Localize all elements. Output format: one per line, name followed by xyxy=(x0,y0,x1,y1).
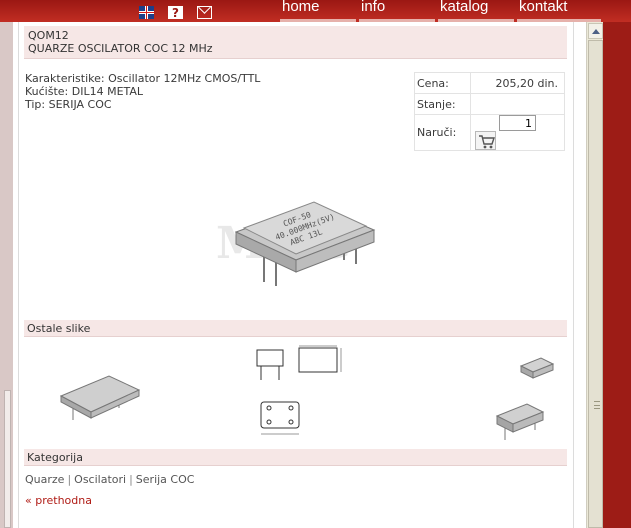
cena-value: 205,20 din. xyxy=(470,72,565,94)
nav-kontakt[interactable]: kontakt xyxy=(517,0,601,22)
nav-katalog[interactable]: katalog xyxy=(438,0,514,22)
separator: | xyxy=(67,473,72,486)
price-row: Cena: 205,20 din. xyxy=(414,72,565,94)
left-gutter xyxy=(0,22,13,528)
spec-kuciste: Kućište: DIL14 METAL xyxy=(25,85,144,98)
quantity-input[interactable] xyxy=(499,115,536,131)
nav-info[interactable]: info xyxy=(359,0,435,22)
spec-tip: Tip: SERIJA COC xyxy=(25,98,112,111)
stock-row: Stanje: xyxy=(414,93,565,115)
separator: | xyxy=(129,473,133,486)
category-serija-coc[interactable]: Serija COC xyxy=(136,473,195,486)
mail-icon[interactable] xyxy=(197,6,212,19)
product-title-band: QOM12 QUARZE OSCILATOR COC 12 MHz xyxy=(24,26,567,59)
kategorija-header: Kategorija xyxy=(24,449,567,466)
stanje-label: Stanje: xyxy=(414,93,471,115)
vertical-scrollbar[interactable] xyxy=(586,22,603,528)
top-bar: ? home info katalog kontakt xyxy=(0,0,631,22)
right-border xyxy=(603,22,631,528)
product-code: QOM12 xyxy=(28,29,69,42)
naruci-label: Naruči: xyxy=(414,114,471,151)
product-specs: Karakteristike: Oscillator 12MHz CMOS/TT… xyxy=(25,72,260,111)
order-cell xyxy=(470,114,565,151)
cena-label: Cena: xyxy=(414,72,471,94)
thumb-drawing[interactable] xyxy=(249,344,349,440)
ostale-slike-header: Ostale slike xyxy=(24,320,567,337)
scroll-up-arrow-icon[interactable] xyxy=(588,23,603,39)
page: ? home info katalog kontakt QOM12 QUARZE… xyxy=(0,0,631,528)
price-table: Cena: 205,20 din. Stanje: Naruči: xyxy=(414,72,565,151)
category-oscilatori[interactable]: Oscilatori xyxy=(74,473,126,486)
thumb-oscillator-1[interactable] xyxy=(57,360,141,424)
product-panel: QOM12 QUARZE OSCILATOR COC 12 MHz Karakt… xyxy=(18,22,574,528)
help-icon[interactable]: ? xyxy=(168,6,183,20)
spec-karakteristike: Karakteristike: Oscillator 12MHz CMOS/TT… xyxy=(25,72,261,85)
add-to-cart-button[interactable] xyxy=(475,131,496,150)
stanje-value xyxy=(470,93,565,115)
category-quarze[interactable]: Quarze xyxy=(25,473,64,486)
nav-home[interactable]: home xyxy=(280,0,356,22)
left-scroll-thumb[interactable] xyxy=(4,390,11,528)
category-breadcrumb: Quarze | Oscilatori | Serija COC xyxy=(25,473,194,486)
scroll-thumb[interactable] xyxy=(588,40,603,528)
product-name: QUARZE OSCILATOR COC 12 MHz xyxy=(28,42,213,55)
uk-flag-icon[interactable] xyxy=(139,6,154,19)
product-main-image[interactable]: MMG COF-50 40.000MHz(5V) ABC 13L xyxy=(214,172,379,290)
order-row: Naruči: xyxy=(414,114,565,151)
thumb-oscillator-2[interactable] xyxy=(493,352,557,444)
scroll-grip-icon xyxy=(594,401,600,409)
cart-icon xyxy=(479,135,495,149)
previous-link[interactable]: « prethodna xyxy=(25,494,92,507)
